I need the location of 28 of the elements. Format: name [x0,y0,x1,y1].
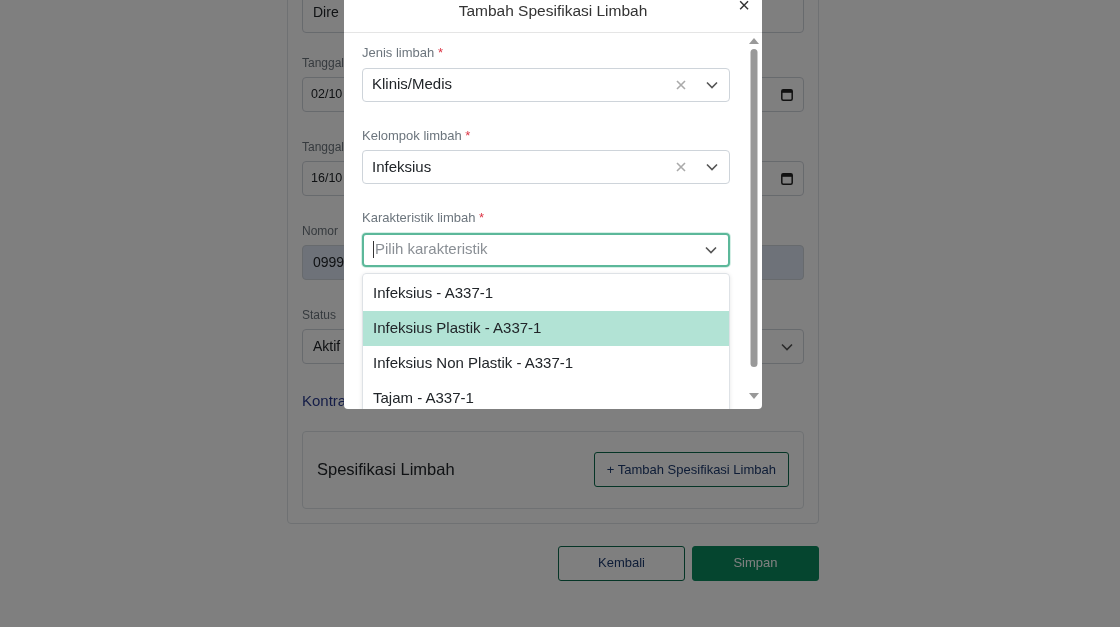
back-button[interactable]: Kembali [558,545,685,581]
select-field[interactable]: Infeksius [362,150,730,184]
field-label: Jenis limbah * [362,44,444,62]
section-title: Spesifikasi Limbah [317,459,455,481]
chevron-down-icon[interactable] [781,342,793,351]
chevron-down-icon[interactable] [706,163,718,171]
chevron-down-icon[interactable] [706,80,718,89]
chevron-down-icon[interactable] [705,245,717,254]
required-mark: * [465,127,471,143]
select-field[interactable]: Klinis/Medis [362,67,730,102]
required-mark: * [437,45,443,60]
dropdown-option[interactable]: Tajam - A337-1 [363,380,729,409]
scrollbar[interactable] [748,38,760,400]
required-mark: * [479,210,485,225]
field-label: Tanggal [302,139,346,156]
field-label: Kelompok limbah * [362,126,472,145]
calendar-icon[interactable] [781,172,793,185]
dropdown-option[interactable]: Infeksius Non Plastik - A337-1 [363,345,729,381]
dropdown-option[interactable]: Infeksius - A337-1 [363,275,729,311]
field-label: Tanggal [302,55,346,72]
modal-title: Tambah Spesifikasi Limbah [458,0,648,21]
field-label: Status [302,307,338,324]
field-label: Nomor [302,223,339,240]
field-label: Karakteristik limbah * [362,209,486,227]
dropdown-option[interactable]: Infeksius Plastik - A337-1 [363,310,729,346]
calendar-icon[interactable] [781,88,793,101]
close-button[interactable]: × [738,0,750,15]
add-spec-button[interactable]: + Tambah Spesifikasi Limbah [593,452,789,487]
